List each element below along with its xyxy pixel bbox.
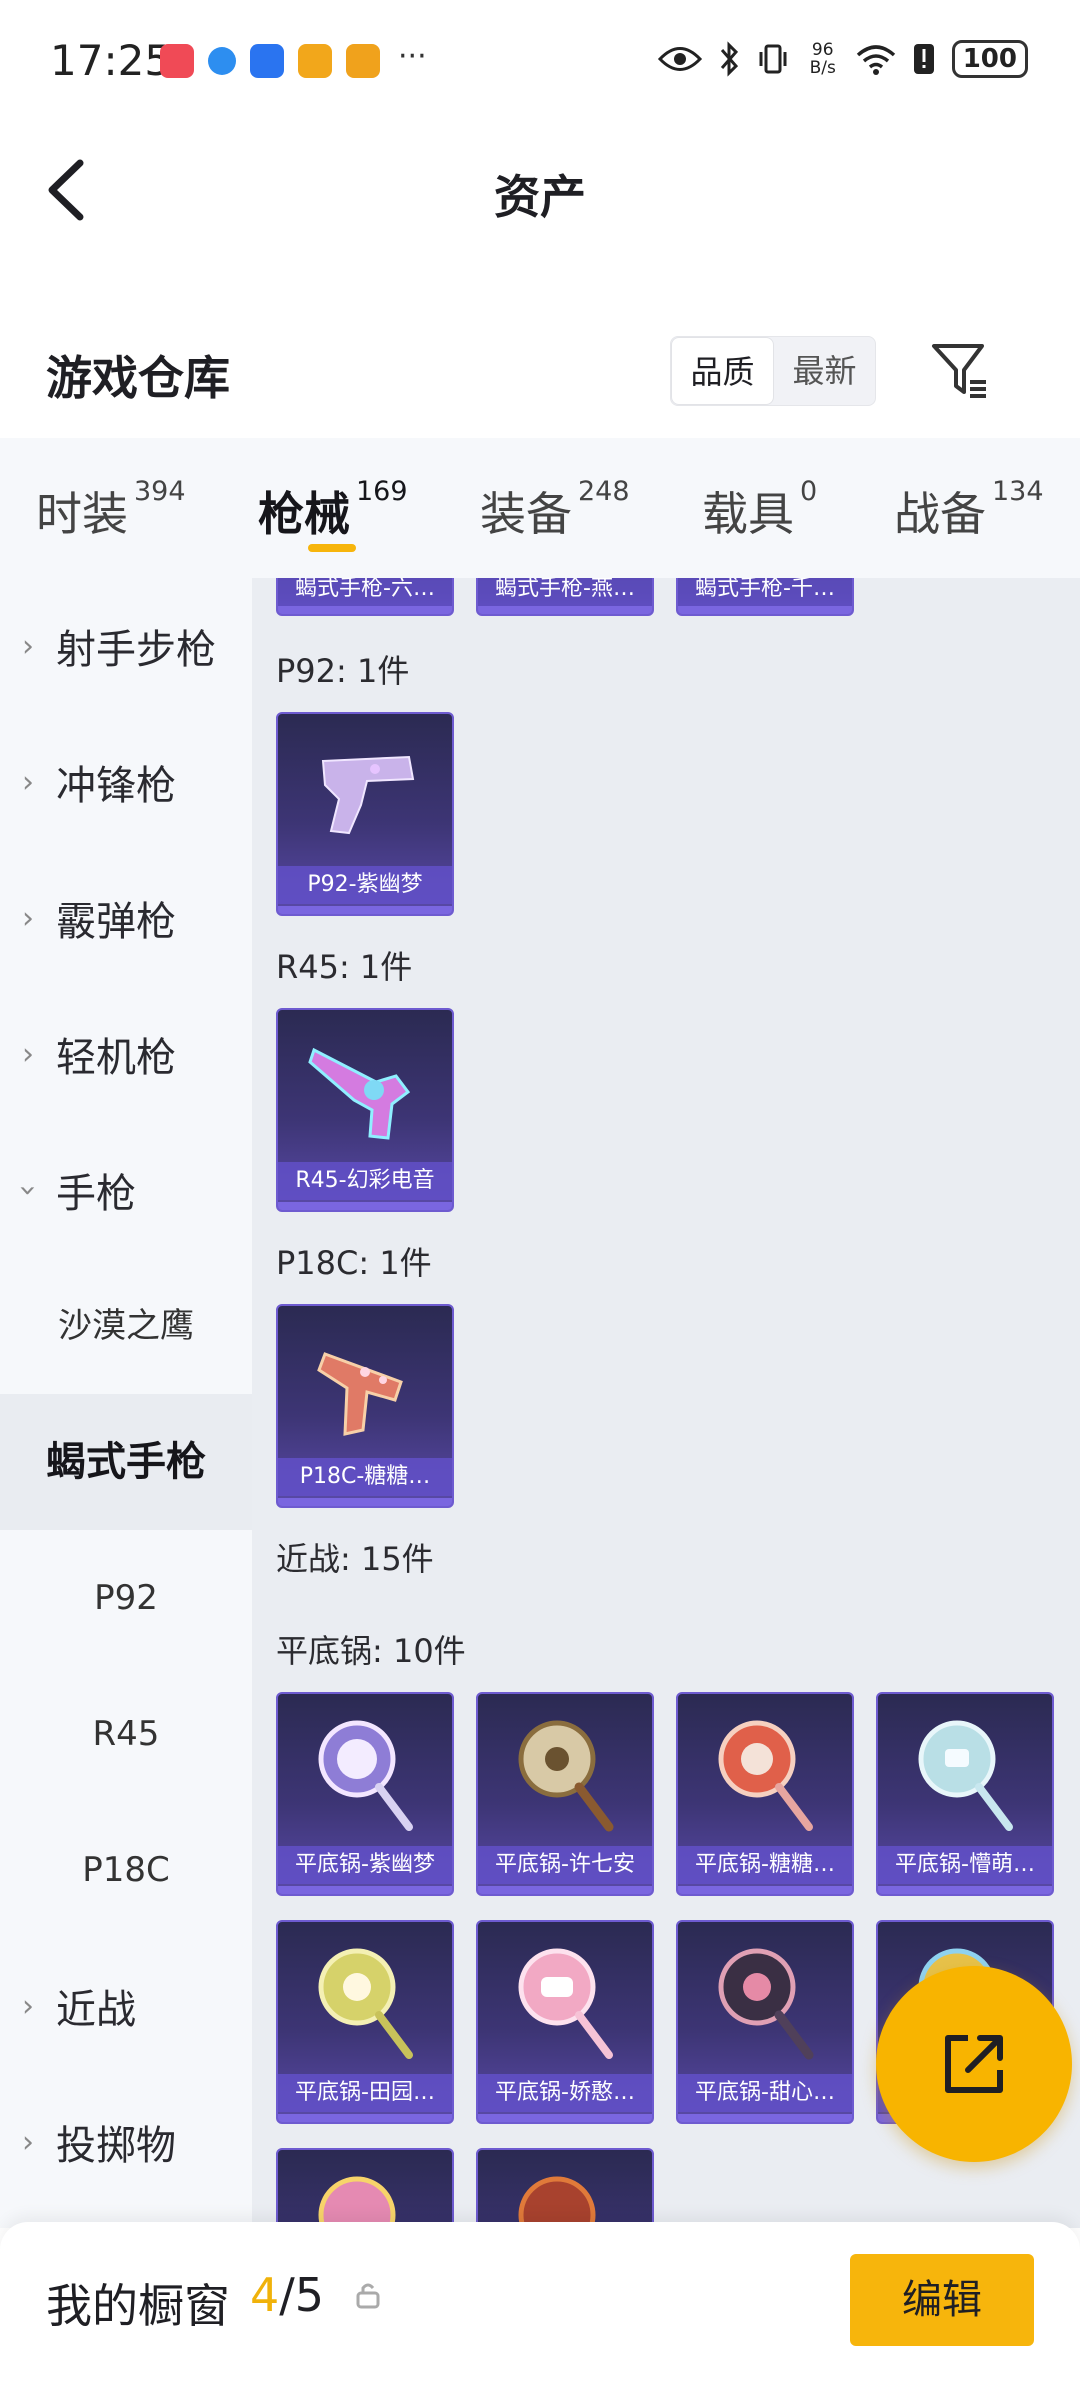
sidebar-item-smg[interactable]: › 冲锋枪 [0, 714, 252, 850]
status-bar: 17:25 ··· 96 B/s 100 [0, 0, 1080, 125]
chevron-right-icon: › [22, 1036, 34, 1072]
skin-card[interactable] [276, 2148, 454, 2228]
pistol-skin-image [278, 714, 452, 874]
skin-card[interactable]: 平底锅-紫幽梦 [276, 1692, 454, 1896]
alert-icon [913, 44, 934, 74]
showcase-count: 4/5 [250, 2268, 325, 2322]
group-label-p92: P92: 1件 [276, 652, 410, 690]
tab-firearms[interactable]: 枪械 169 [258, 476, 408, 544]
skin-card[interactable]: 平底锅-许七安 [476, 1692, 654, 1896]
group-label-r45: R45: 1件 [276, 948, 413, 986]
app-header: 资产 [0, 125, 1080, 255]
sidebar-subitem-desert-eagle[interactable]: 沙漠之鹰 [0, 1258, 252, 1394]
chevron-right-icon: › [22, 628, 34, 664]
status-time: 17:25 [50, 36, 172, 85]
more-notifications-icon: ··· [398, 38, 427, 74]
sort-toggle: 品质 最新 [670, 336, 876, 406]
pistol-skin-image [278, 1306, 452, 1466]
page-title: 资产 [494, 170, 586, 224]
skin-card[interactable]: 平底锅-甜心… [676, 1920, 854, 2124]
notification-icons: ··· [160, 39, 427, 78]
skin-card[interactable]: 平底锅-懵萌… [876, 1692, 1054, 1896]
active-tab-indicator [308, 544, 356, 552]
group-label-melee: 近战: 15件 [276, 1540, 434, 1578]
pan-skin-image [478, 1694, 652, 1854]
pan-skin-image [478, 2150, 652, 2228]
tab-supplies[interactable]: 战备 134 [894, 476, 1044, 544]
sidebar-item-lmg[interactable]: › 轻机枪 [0, 986, 252, 1122]
bluetooth-icon [720, 41, 738, 77]
sidebar-subitem-r45[interactable]: R45 [0, 1666, 252, 1802]
sort-latest-option[interactable]: 最新 [774, 337, 875, 405]
sidebar-item-shotgun[interactable]: › 霰弹枪 [0, 850, 252, 986]
skin-card[interactable]: 蝎式手枪-千… [676, 578, 854, 616]
skin-card[interactable]: P18C-糖糖… [276, 1304, 454, 1508]
filter-icon[interactable] [928, 338, 992, 402]
pan-skin-image [678, 1694, 852, 1854]
showcase-bar: 我的橱窗 4/5 编辑 [0, 2222, 1080, 2382]
network-speed: 96 B/s [809, 40, 836, 78]
browser-notification-icon [208, 47, 236, 75]
bluetooth-app-icon [250, 44, 284, 78]
chevron-right-icon: › [22, 764, 34, 800]
pan-skin-image [878, 1694, 1052, 1854]
skin-card[interactable] [476, 2148, 654, 2228]
pan-skin-image [278, 2150, 452, 2228]
app-notification-icon [160, 44, 194, 78]
external-link-icon [945, 2035, 1003, 2093]
chevron-right-icon: › [22, 900, 34, 936]
video-app-icon [346, 44, 380, 78]
edit-button[interactable]: 编辑 [850, 2254, 1034, 2346]
tab-equipment[interactable]: 装备 248 [480, 476, 630, 544]
chevron-down-icon: › [10, 1184, 46, 1196]
eye-icon [657, 47, 702, 71]
wifi-icon [856, 45, 895, 75]
pan-skin-image [278, 1694, 452, 1854]
pan-skin-image [478, 1922, 652, 2082]
section-title: 游戏仓库 [46, 351, 230, 405]
group-label-p18c: P18C: 1件 [276, 1244, 432, 1282]
sidebar-item-pistol[interactable]: › 手枪 [0, 1122, 252, 1258]
skin-card[interactable]: 平底锅-田园… [276, 1920, 454, 2124]
category-tabs: 时装 394 枪械 169 装备 248 载具 0 战备 134 [0, 438, 1080, 578]
skin-card[interactable]: P92-紫幽梦 [276, 712, 454, 916]
sidebar-item-dmr[interactable]: › 射手步枪 [0, 578, 252, 714]
weapon-category-sidebar: › 射手步枪 › 冲锋枪 › 霰弹枪 › 轻机枪 › 手枪 沙漠之鹰 蝎式手枪 P92 R… [0, 578, 252, 2228]
revolver-skin-image [278, 1010, 452, 1170]
skin-card[interactable]: 蝎式手枪-燕… [476, 578, 654, 616]
skin-card[interactable]: 蝎式手枪-六… [276, 578, 454, 616]
tab-vehicles[interactable]: 载具 0 [702, 476, 817, 544]
sidebar-subitem-skorpion[interactable]: 蝎式手枪 [0, 1394, 252, 1530]
sidebar-subitem-p92[interactable]: P92 [0, 1530, 252, 1666]
chevron-right-icon: › [22, 2124, 34, 2160]
vibrate-icon [759, 44, 787, 74]
battery-indicator: 100 [951, 40, 1028, 78]
tab-outfits[interactable]: 时装 394 [36, 476, 186, 544]
pan-skin-image [678, 1922, 852, 2082]
sidebar-item-melee[interactable]: › 近战 [0, 1938, 252, 2074]
system-icons: 96 B/s 100 [657, 40, 1028, 78]
share-fab-button[interactable] [876, 1966, 1072, 2162]
sidebar-subitem-p18c[interactable]: P18C [0, 1802, 252, 1938]
pan-skin-image [278, 1922, 452, 2082]
sidebar-item-throwables[interactable]: › 投掷物 [0, 2074, 252, 2210]
game-app-icon [298, 44, 332, 78]
skin-card[interactable]: 平底锅-糖糖… [676, 1692, 854, 1896]
group-label-pan: 平底锅: 10件 [276, 1632, 466, 1670]
lock-icon [356, 2283, 380, 2309]
warehouse-header: 游戏仓库 品质 最新 [0, 320, 1080, 420]
sort-quality-option[interactable]: 品质 [671, 337, 774, 405]
skin-card[interactable]: R45-幻彩电音 [276, 1008, 454, 1212]
showcase-title: 我的橱窗 [46, 2279, 230, 2333]
chevron-right-icon: › [22, 1988, 34, 2024]
skin-card[interactable]: 平底锅-娇憨… [476, 1920, 654, 2124]
